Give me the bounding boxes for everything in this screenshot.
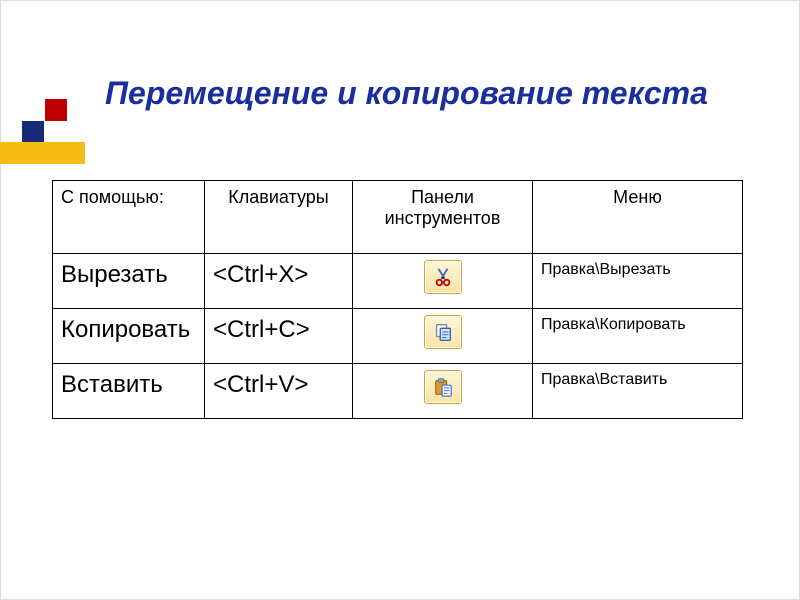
copy-icon bbox=[432, 321, 454, 343]
menu-cell: Правка\Вырезать bbox=[533, 254, 743, 309]
decor-red-square bbox=[45, 99, 67, 121]
menu-cell: Правка\Копировать bbox=[533, 309, 743, 364]
table-header-row: С помощью: Клавиатуры Панели инструменто… bbox=[53, 181, 743, 254]
header-menu: Меню bbox=[533, 181, 743, 254]
table-row: Вырезать <Ctrl+X> Правка\Вырезать bbox=[53, 254, 743, 309]
slide-title: Перемещение и копирование текста bbox=[105, 75, 740, 113]
shortcut-cell: <Ctrl+V> bbox=[205, 364, 353, 419]
table-row: Вставить <Ctrl+V> Правка\Вст bbox=[53, 364, 743, 419]
action-cell: Вставить bbox=[53, 364, 205, 419]
toolbar-cell bbox=[353, 364, 533, 419]
table-row: Копировать <Ctrl+C> Правка\Копировать bbox=[53, 309, 743, 364]
toolbar-cell bbox=[353, 309, 533, 364]
action-cell: Копировать bbox=[53, 309, 205, 364]
menu-cell: Правка\Вставить bbox=[533, 364, 743, 419]
action-cell: Вырезать bbox=[53, 254, 205, 309]
toolbar-cell bbox=[353, 254, 533, 309]
decor-navy-square bbox=[22, 121, 44, 143]
header-keyboard: Клавиатуры bbox=[205, 181, 353, 254]
copy-button[interactable] bbox=[424, 315, 462, 349]
cut-icon bbox=[432, 266, 454, 288]
shortcut-cell: <Ctrl+C> bbox=[205, 309, 353, 364]
paste-icon bbox=[432, 376, 454, 398]
cut-button[interactable] bbox=[424, 260, 462, 294]
paste-button[interactable] bbox=[424, 370, 462, 404]
header-with: С помощью: bbox=[53, 181, 205, 254]
slide: Перемещение и копирование текста С помощ… bbox=[0, 0, 800, 600]
header-toolbar: Панели инструментов bbox=[353, 181, 533, 254]
decor-yellow-bar bbox=[0, 142, 85, 164]
shortcut-cell: <Ctrl+X> bbox=[205, 254, 353, 309]
operations-table: С помощью: Клавиатуры Панели инструменто… bbox=[52, 180, 743, 419]
